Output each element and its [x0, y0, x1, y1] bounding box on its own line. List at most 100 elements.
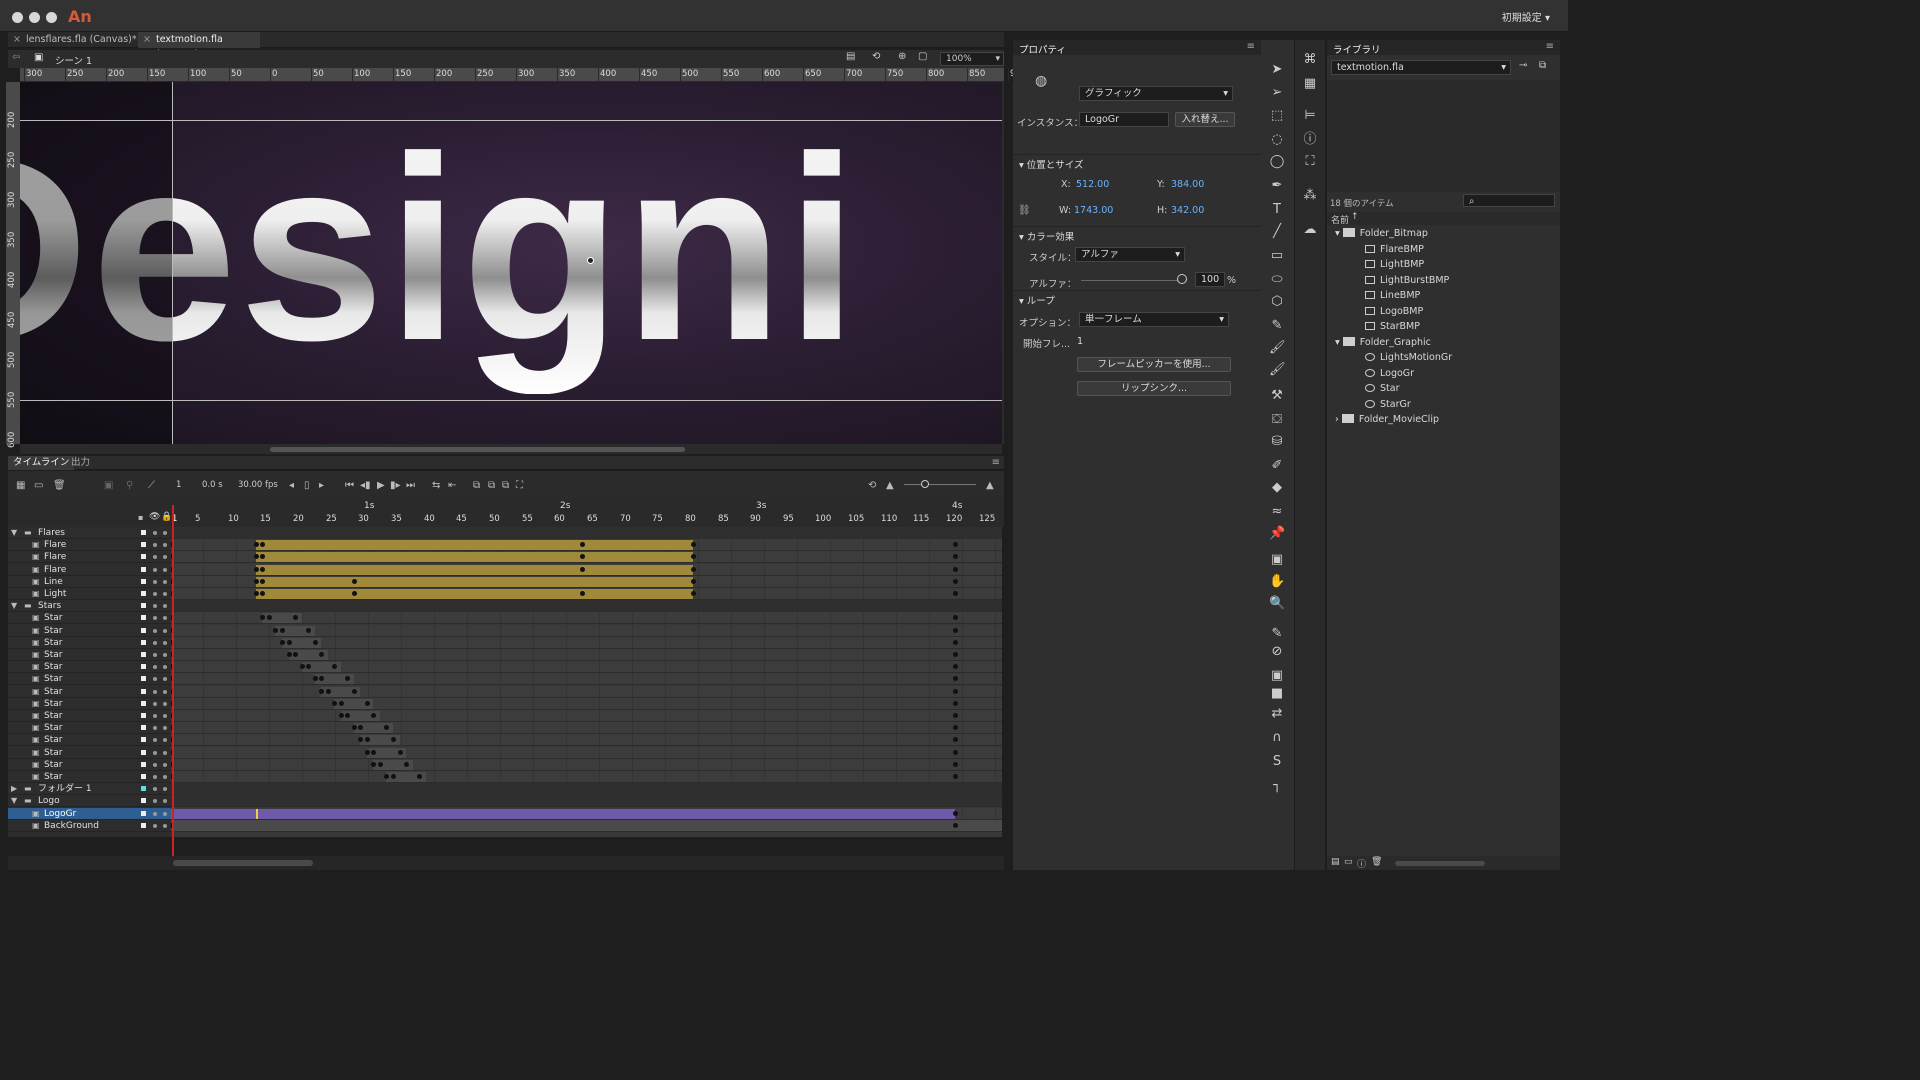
swap-button[interactable]: 入れ替え...: [1175, 112, 1235, 127]
lock-dot[interactable]: [163, 701, 167, 706]
section-position-size[interactable]: ▾ 位置とサイズ: [1019, 157, 1084, 171]
layer-row[interactable]: ▣ Star: [8, 637, 171, 649]
visibility-dot[interactable]: [153, 762, 157, 767]
first-frame-icon[interactable]: ⏮: [345, 480, 354, 491]
paint-brush-tool-icon[interactable]: 🖌: [1269, 362, 1286, 378]
visibility-dot[interactable]: [153, 665, 157, 670]
chevron-right-icon[interactable]: ▶: [11, 783, 17, 795]
paint-bucket-tool-icon[interactable]: ⛋: [1269, 412, 1285, 428]
style-select[interactable]: アルファ ▾: [1075, 247, 1185, 262]
lock-dot[interactable]: [163, 762, 167, 767]
x-value[interactable]: 512.00: [1076, 179, 1109, 190]
layer-color-square[interactable]: [141, 786, 146, 792]
alpha-input[interactable]: 100: [1195, 272, 1225, 287]
document-tab[interactable]: × lensflares.fla (Canvas)*: [8, 32, 138, 48]
keyframe[interactable]: [371, 761, 376, 767]
layer-color-square[interactable]: [141, 774, 146, 779]
layer-row[interactable]: ▣ Star: [8, 734, 171, 747]
keyframe-marker[interactable]: [256, 808, 258, 819]
instance-name-input[interactable]: LogoGr: [1079, 112, 1169, 127]
keyframe[interactable]: [254, 591, 259, 596]
keyframe[interactable]: [306, 627, 311, 633]
grid-icon[interactable]: ▦: [1302, 76, 1318, 92]
layer-row[interactable]: ▣ Flare: [8, 551, 171, 564]
pin-icon[interactable]: ⊸: [1519, 60, 1527, 71]
align-icon[interactable]: ⊨: [1302, 108, 1318, 124]
keyframe[interactable]: [580, 566, 585, 572]
library-item[interactable]: LogoBMP: [1365, 306, 1423, 317]
layer-row[interactable]: ▣ Light: [8, 588, 171, 600]
frame-row[interactable]: [171, 600, 1002, 613]
width-tool-icon[interactable]: ≈: [1269, 504, 1285, 520]
section-color-effect[interactable]: ▾ カラー効果: [1019, 229, 1074, 243]
visibility-dot[interactable]: [153, 787, 157, 792]
layer-folder[interactable]: ▼ ▬ Flares: [8, 527, 171, 539]
insert-keyframe-icon[interactable]: ▯: [304, 480, 310, 491]
properties-title[interactable]: プロパティ: [1019, 42, 1066, 56]
tab-output[interactable]: 出力: [66, 456, 95, 470]
library-folder[interactable]: › Folder_MovieClip: [1335, 414, 1439, 425]
visibility-dot[interactable]: [153, 714, 157, 718]
library-title[interactable]: ライブラリ: [1333, 42, 1381, 56]
last-frame-icon[interactable]: ⏭: [406, 480, 415, 491]
lock-dot[interactable]: [163, 653, 167, 657]
keyframe[interactable]: [365, 749, 370, 755]
chevron-right-icon[interactable]: ›: [1335, 414, 1342, 425]
keyframe[interactable]: [326, 688, 331, 694]
layer-row[interactable]: ▣ Star: [8, 686, 171, 698]
chevron-down-icon[interactable]: ▾: [1335, 228, 1343, 239]
layer-color-square[interactable]: [141, 676, 146, 682]
stage-horizontal-scrollbar[interactable]: [20, 444, 1002, 454]
workspace-switcher[interactable]: 初期設定 ▾: [1502, 9, 1550, 24]
library-item[interactable]: LogoGr: [1365, 368, 1414, 379]
layer-color-square[interactable]: [141, 822, 146, 828]
keyframe[interactable]: [254, 578, 259, 584]
lock-dot[interactable]: [163, 567, 167, 572]
panel-menu-icon[interactable]: ≡: [1247, 41, 1255, 52]
frame-row[interactable]: [171, 539, 1002, 552]
layer-color-square[interactable]: [141, 749, 146, 755]
h-value[interactable]: 342.00: [1171, 205, 1204, 216]
keyframe[interactable]: [287, 652, 292, 657]
new-folder-icon[interactable]: ▭: [34, 480, 43, 491]
keyframe[interactable]: [953, 822, 958, 828]
delete-icon[interactable]: 🗑: [1371, 857, 1382, 867]
frame-row[interactable]: [171, 551, 1002, 564]
layer-color-square[interactable]: [141, 627, 146, 633]
visibility-dot[interactable]: [153, 616, 157, 621]
tab-timeline[interactable]: タイムライン: [8, 456, 75, 470]
smooth-icon[interactable]: S: [1269, 754, 1285, 770]
lock-dot[interactable]: [163, 531, 167, 535]
keyframe[interactable]: [280, 627, 285, 633]
frame-grid[interactable]: [171, 527, 1002, 837]
lock-dot[interactable]: [163, 604, 167, 609]
delete-layer-icon[interactable]: 🗑: [53, 480, 66, 491]
frame-row[interactable]: [171, 527, 1002, 539]
layer-row[interactable]: ▣ Line: [8, 576, 171, 588]
graph-icon[interactable]: ⟋: [148, 480, 155, 491]
eraser-tool-icon[interactable]: ◆: [1269, 480, 1285, 496]
visibility-dot[interactable]: [153, 689, 157, 694]
center-stage-icon[interactable]: ⊕: [898, 51, 906, 62]
stage-canvas[interactable]: Designi: [20, 82, 1002, 444]
panel-menu-icon[interactable]: ≡: [992, 457, 1000, 468]
scrollbar-thumb[interactable]: [270, 447, 685, 452]
fit-icon[interactable]: ⟲: [868, 480, 876, 491]
layer-row[interactable]: ▣ Flare: [8, 539, 171, 552]
onion-skin-icon[interactable]: ⧉: [473, 480, 480, 491]
keyframe[interactable]: [953, 725, 958, 731]
new-library-panel-icon[interactable]: ⧉: [1539, 60, 1546, 71]
transform-icon[interactable]: ⛶: [1302, 154, 1318, 170]
next-keyframe-icon[interactable]: ▸: [319, 480, 324, 491]
lock-dot[interactable]: [163, 811, 167, 816]
layer-color-square[interactable]: [141, 761, 146, 767]
classic-tween-span[interactable]: [256, 576, 693, 587]
timeline-scrollbar[interactable]: [8, 856, 1004, 870]
current-frame[interactable]: 1: [176, 480, 181, 490]
new-folder-icon[interactable]: ▭: [1344, 857, 1353, 867]
close-tab-icon[interactable]: ×: [13, 32, 21, 47]
layer-row[interactable]: ▣ BackGround: [8, 820, 171, 832]
guide-line[interactable]: [20, 400, 1002, 401]
alpha-slider[interactable]: [1081, 280, 1181, 281]
timeline-zoom-slider[interactable]: [904, 484, 976, 485]
